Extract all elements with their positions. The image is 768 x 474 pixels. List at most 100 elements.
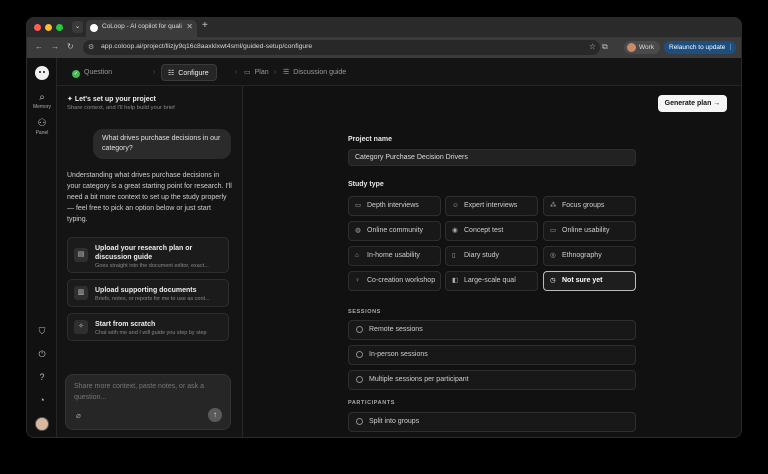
study-type-focus-groups[interactable]: ⁂ Focus groups (543, 196, 636, 216)
tab-close-icon[interactable]: ✕ (186, 22, 193, 31)
step-configure[interactable]: ☷ Configure (161, 64, 217, 81)
compass-icon: ◎ (550, 252, 556, 259)
participants-label: PARTICIPANTS (348, 400, 396, 406)
monitor-icon: ▭ (550, 227, 557, 234)
globe-icon: ◍ (355, 227, 361, 234)
study-type-expert-interviews[interactable]: ☺ Expert interviews (445, 196, 538, 216)
profile-button[interactable]: Work (624, 41, 661, 54)
session-multiple[interactable]: Multiple sessions per participant (348, 370, 636, 390)
send-arrow-icon[interactable]: ↑ (208, 408, 222, 422)
relaunch-button[interactable]: Relaunch to update ⋮ (664, 41, 736, 54)
step-plan[interactable]: ▭ Plan (244, 64, 269, 81)
maximize-window-button[interactable] (56, 24, 63, 31)
forward-arrow-icon[interactable]: → (51, 42, 59, 51)
study-type-diary-study[interactable]: ▯ Diary study (445, 246, 538, 266)
participants-split-groups[interactable]: Split into groups (348, 412, 636, 432)
radio-circle (356, 376, 363, 383)
setup-title: ✦ Let's set up your project (67, 96, 156, 103)
extensions-icon[interactable]: ⧉ (602, 42, 608, 52)
generate-plan-button[interactable]: Generate plan → (658, 95, 727, 112)
study-type-depth-interviews[interactable]: ▭ Depth interviews (348, 196, 441, 216)
setup-subtitle: Share context, and I'll help build your … (67, 105, 175, 111)
chat-panel: ✦ Let's set up your project Share contex… (57, 86, 243, 437)
study-type-concept-test[interactable]: ◉ Concept test (445, 221, 538, 241)
layers-icon: ◧ (452, 277, 459, 284)
option-upload-supporting-docs[interactable]: ▥ Upload supporting documents Briefs, no… (67, 279, 229, 307)
study-type-label: Study type (348, 181, 384, 188)
rail-item-memory[interactable]: ⌕ Memory (27, 92, 57, 110)
left-rail: ⌕ Memory ⚇ Panel ⛉ ⏻ ? ◔ (27, 58, 57, 437)
group-icon: ⁂ (550, 202, 557, 209)
option-desc: Briefs, notes, or reports for me to use … (95, 296, 210, 302)
project-name-input[interactable]: Category Purchase Decision Drivers (348, 149, 636, 166)
pie-chart-icon[interactable]: ◔ (36, 394, 48, 406)
home-icon: ⌂ (355, 252, 359, 259)
bookmark-star-icon[interactable]: ☆ (589, 42, 596, 51)
bulb-icon: ♀ (355, 277, 360, 284)
step-label: Question (84, 69, 113, 76)
paperclip-icon[interactable]: ⌀ (76, 411, 81, 420)
user-avatar[interactable] (35, 417, 49, 431)
profile-avatar (627, 43, 636, 52)
step-discussion-guide[interactable]: ☰ Discussion guide (283, 64, 346, 81)
new-tab-icon[interactable]: + (202, 20, 208, 31)
step-label: Discussion guide (293, 69, 347, 76)
study-type-not-sure-yet[interactable]: ◷ Not sure yet (543, 271, 636, 291)
radio-circle (356, 418, 363, 425)
search-icon: ⌕ (39, 92, 45, 103)
shield-icon[interactable]: ⛉ (36, 325, 48, 337)
study-type-ethnography[interactable]: ◎ Ethnography (543, 246, 636, 266)
users-icon: ⚇ (37, 118, 47, 129)
coloop-logo-icon[interactable] (35, 66, 49, 80)
profile-label: Work (639, 44, 655, 51)
radio-circle (356, 351, 363, 358)
stepper-nav: ✓ Question › ☷ Configure › ▭ Plan › ☰ Discus… (57, 58, 741, 86)
project-name-label: Project name (348, 136, 392, 143)
chat-placeholder: Share more context, paste notes, or ask … (74, 383, 204, 401)
study-type-online-community[interactable]: ◍ Online community (348, 221, 441, 241)
study-type-large-scale-qual[interactable]: ◧ Large-scale qual (445, 271, 538, 291)
sessions-label: SESSIONS (348, 309, 381, 315)
sparkle-icon: ✦ (67, 96, 73, 103)
study-type-in-home-usability[interactable]: ⌂ In-home usability (348, 246, 441, 266)
help-icon[interactable]: ? (36, 371, 48, 383)
rail-item-panel[interactable]: ⚇ Panel (27, 118, 57, 136)
study-type-online-usability[interactable]: ▭ Online usability (543, 221, 636, 241)
back-arrow-icon[interactable]: ← (35, 42, 43, 51)
address-bar-row: ← → ↻ ⚙ app.coloop.ai/project/llizjy9q16… (27, 37, 741, 58)
step-question[interactable]: ✓ Question (72, 64, 112, 81)
sliders-icon: ☷ (168, 70, 175, 77)
site-settings-icon[interactable]: ⚙ (88, 43, 94, 51)
tab-search-chevron-icon[interactable]: ⌄ (72, 21, 83, 33)
close-window-button[interactable] (34, 24, 41, 31)
option-desc: Goes straight into the document editor, … (95, 263, 209, 269)
documents-icon: ▥ (74, 286, 88, 300)
step-label: Plan (254, 69, 269, 76)
book-icon: ▯ (452, 252, 456, 259)
url-field[interactable]: ⚙ app.coloop.ai/project/llizjy9q16c8aaxk… (83, 40, 600, 55)
list-icon: ☰ (283, 69, 290, 76)
document-icon: ▭ (244, 69, 251, 76)
reload-icon[interactable]: ↻ (67, 42, 74, 51)
browser-tab[interactable]: CoLoop - AI copilot for qualitati ✕ (86, 20, 197, 37)
user-message: What drives purchase decisions in our ca… (93, 129, 231, 159)
app: ⌕ Memory ⚇ Panel ⛉ ⏻ ? ◔ ✓ Question › ☷ Co… (27, 58, 741, 437)
session-in-person[interactable]: In-person sessions (348, 345, 636, 365)
minimize-window-button[interactable] (45, 24, 52, 31)
study-type-co-creation-workshop[interactable]: ♀ Co-creation workshop (348, 271, 441, 291)
step-separator: › (153, 69, 156, 76)
power-icon[interactable]: ⏻ (36, 348, 48, 360)
session-remote[interactable]: Remote sessions (348, 320, 636, 340)
option-upload-research-plan[interactable]: ▤ Upload your research plan or discussio… (67, 237, 229, 273)
coloop-favicon-icon (90, 24, 98, 32)
browser-window: ⌄ CoLoop - AI copilot for qualitati ✕ + … (26, 17, 742, 438)
step-label: Configure (178, 70, 209, 77)
chat-input[interactable]: Share more context, paste notes, or ask … (65, 374, 231, 430)
assistant-message: Understanding what drives purchase decis… (67, 172, 232, 223)
option-start-from-scratch[interactable]: ✧ Start from scratch Chat with me and I … (67, 313, 229, 341)
url-text: app.coloop.ai/project/llizjy9q16c8aaxklx… (101, 43, 313, 50)
clock-icon: ◷ (550, 277, 556, 284)
rail-label-panel: Panel (35, 130, 49, 136)
chat-icon: ▭ (355, 202, 362, 209)
tab-bar: ⌄ CoLoop - AI copilot for qualitati ✕ + (27, 18, 741, 37)
